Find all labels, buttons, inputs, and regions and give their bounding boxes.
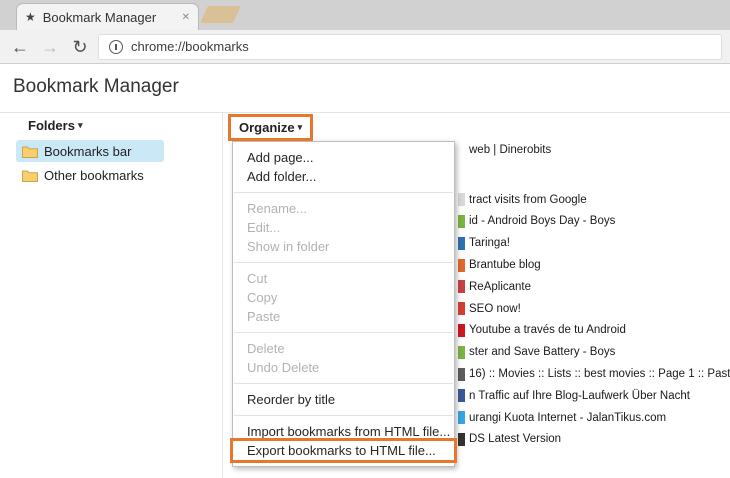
bookmark-label: tract visits from Google bbox=[469, 194, 587, 206]
bookmark-label: web | Dinerobits bbox=[469, 144, 551, 156]
bookmark-list: web | Dinerobits tract visits from Googl… bbox=[458, 139, 730, 450]
new-tab-button[interactable] bbox=[200, 6, 241, 23]
menu-separator bbox=[234, 262, 453, 263]
bookmark-label: ReAplicante bbox=[469, 281, 531, 293]
browser-toolbar: ← → ↻ chrome://bookmarks bbox=[0, 30, 730, 64]
forward-icon[interactable]: → bbox=[38, 38, 62, 56]
bookmark-favicon bbox=[458, 143, 465, 156]
organize-menu: Add page... Add folder... Rename... Edit… bbox=[232, 141, 455, 467]
bookmark-label: urangi Kuota Internet - JalanTikus.com bbox=[469, 412, 666, 424]
bookmark-item[interactable]: 16) :: Movies :: Lists :: best movies ::… bbox=[458, 363, 730, 385]
tab-title: Bookmark Manager bbox=[43, 10, 175, 25]
page-title: Bookmark Manager bbox=[13, 76, 179, 98]
folder-label: Other bookmarks bbox=[44, 168, 144, 183]
bookmark-favicon bbox=[458, 280, 465, 293]
bookmark-favicon bbox=[458, 433, 465, 446]
bookmark-item[interactable]: DS Latest Version bbox=[458, 429, 730, 451]
menu-item-delete: Delete bbox=[233, 339, 454, 358]
vertical-divider bbox=[222, 113, 223, 478]
bookmark-favicon bbox=[458, 389, 465, 402]
bookmark-favicon bbox=[458, 259, 465, 272]
reload-icon[interactable]: ↻ bbox=[68, 38, 92, 56]
menu-item-add-folder[interactable]: Add folder... bbox=[233, 167, 454, 186]
folder-list: Bookmarks bar Other bookmarks bbox=[16, 140, 186, 186]
bookmark-favicon bbox=[458, 193, 465, 206]
bookmark-label: n Traffic auf Ihre Blog-Laufwerk Über Na… bbox=[469, 390, 690, 402]
browser-tab[interactable]: ★ Bookmark Manager ✕ bbox=[16, 3, 199, 30]
bookmark-item[interactable]: n Traffic auf Ihre Blog-Laufwerk Über Na… bbox=[458, 385, 730, 407]
bookmark-item[interactable]: tract visits from Google bbox=[458, 189, 730, 211]
sidebar-item-bookmarks-bar[interactable]: Bookmarks bar bbox=[16, 140, 164, 162]
folder-icon bbox=[22, 169, 38, 182]
menu-item-export-bookmarks[interactable]: Export bookmarks to HTML file... bbox=[233, 441, 454, 460]
url-text: chrome://bookmarks bbox=[131, 39, 249, 54]
bookmark-favicon bbox=[458, 411, 465, 424]
chevron-down-icon: ▾ bbox=[78, 120, 83, 131]
folder-label: Bookmarks bar bbox=[44, 144, 131, 159]
bookmark-label: ster and Save Battery - Boys bbox=[469, 346, 615, 358]
menu-item-cut: Cut bbox=[233, 269, 454, 288]
page-info-icon[interactable] bbox=[109, 40, 123, 54]
bookmark-label: Taringa! bbox=[469, 237, 510, 249]
organize-button[interactable]: Organize ▾ bbox=[231, 117, 310, 138]
menu-item-edit: Edit... bbox=[233, 218, 454, 237]
bookmark-label: SEO now! bbox=[469, 303, 521, 315]
menu-separator bbox=[234, 415, 453, 416]
bookmark-item[interactable]: ReAplicante bbox=[458, 276, 730, 298]
bookmark-favicon bbox=[458, 346, 465, 359]
sidebar-item-other-bookmarks[interactable]: Other bookmarks bbox=[16, 164, 164, 186]
chevron-down-icon: ▾ bbox=[298, 122, 303, 133]
bookmark-item[interactable]: urangi Kuota Internet - JalanTikus.com bbox=[458, 407, 730, 429]
menu-item-add-page[interactable]: Add page... bbox=[233, 148, 454, 167]
bookmark-item[interactable]: id - Android Boys Day - Boys bbox=[458, 211, 730, 233]
menu-item-show-in-folder: Show in folder bbox=[233, 237, 454, 256]
bookmark-item[interactable]: Taringa! bbox=[458, 232, 730, 254]
menu-separator bbox=[234, 192, 453, 193]
url-input[interactable]: chrome://bookmarks bbox=[98, 34, 722, 60]
tab-strip: ★ Bookmark Manager ✕ bbox=[0, 0, 730, 30]
bookmark-item[interactable]: web | Dinerobits bbox=[458, 139, 730, 161]
menu-item-paste: Paste bbox=[233, 307, 454, 326]
menu-separator bbox=[234, 383, 453, 384]
bookmark-star-icon: ★ bbox=[25, 11, 36, 23]
bookmark-favicon bbox=[458, 302, 465, 315]
tab-close-icon[interactable]: ✕ bbox=[182, 12, 190, 23]
bookmark-item[interactable]: ster and Save Battery - Boys bbox=[458, 341, 730, 363]
menu-item-reorder-by-title[interactable]: Reorder by title bbox=[233, 390, 454, 409]
bookmark-favicon bbox=[458, 368, 465, 381]
bookmark-favicon bbox=[458, 237, 465, 250]
bookmark-label: Brantube blog bbox=[469, 259, 541, 271]
menu-separator bbox=[234, 332, 453, 333]
bookmark-item[interactable]: Brantube blog bbox=[458, 254, 730, 276]
bookmark-label: id - Android Boys Day - Boys bbox=[469, 215, 615, 227]
menu-item-import-bookmarks[interactable]: Import bookmarks from HTML file... bbox=[233, 422, 454, 441]
folder-icon bbox=[22, 145, 38, 158]
menu-item-undo-delete: Undo Delete bbox=[233, 358, 454, 377]
menu-item-rename: Rename... bbox=[233, 199, 454, 218]
bookmark-label: Youtube a través de tu Android bbox=[469, 324, 626, 336]
folders-dropdown-button[interactable]: Folders ▾ bbox=[28, 118, 83, 133]
bookmark-label: DS Latest Version bbox=[469, 433, 561, 445]
bookmark-label: 16) :: Movies :: Lists :: best movies ::… bbox=[469, 368, 730, 380]
menu-item-copy: Copy bbox=[233, 288, 454, 307]
back-icon[interactable]: ← bbox=[8, 38, 32, 56]
bookmark-item[interactable]: SEO now! bbox=[458, 298, 730, 320]
bookmark-favicon bbox=[458, 215, 465, 228]
bookmark-item[interactable]: Youtube a través de tu Android bbox=[458, 320, 730, 342]
organize-label: Organize bbox=[239, 120, 295, 135]
folders-label: Folders bbox=[28, 118, 75, 133]
bookmark-favicon bbox=[458, 324, 465, 337]
horizontal-divider bbox=[0, 112, 730, 113]
